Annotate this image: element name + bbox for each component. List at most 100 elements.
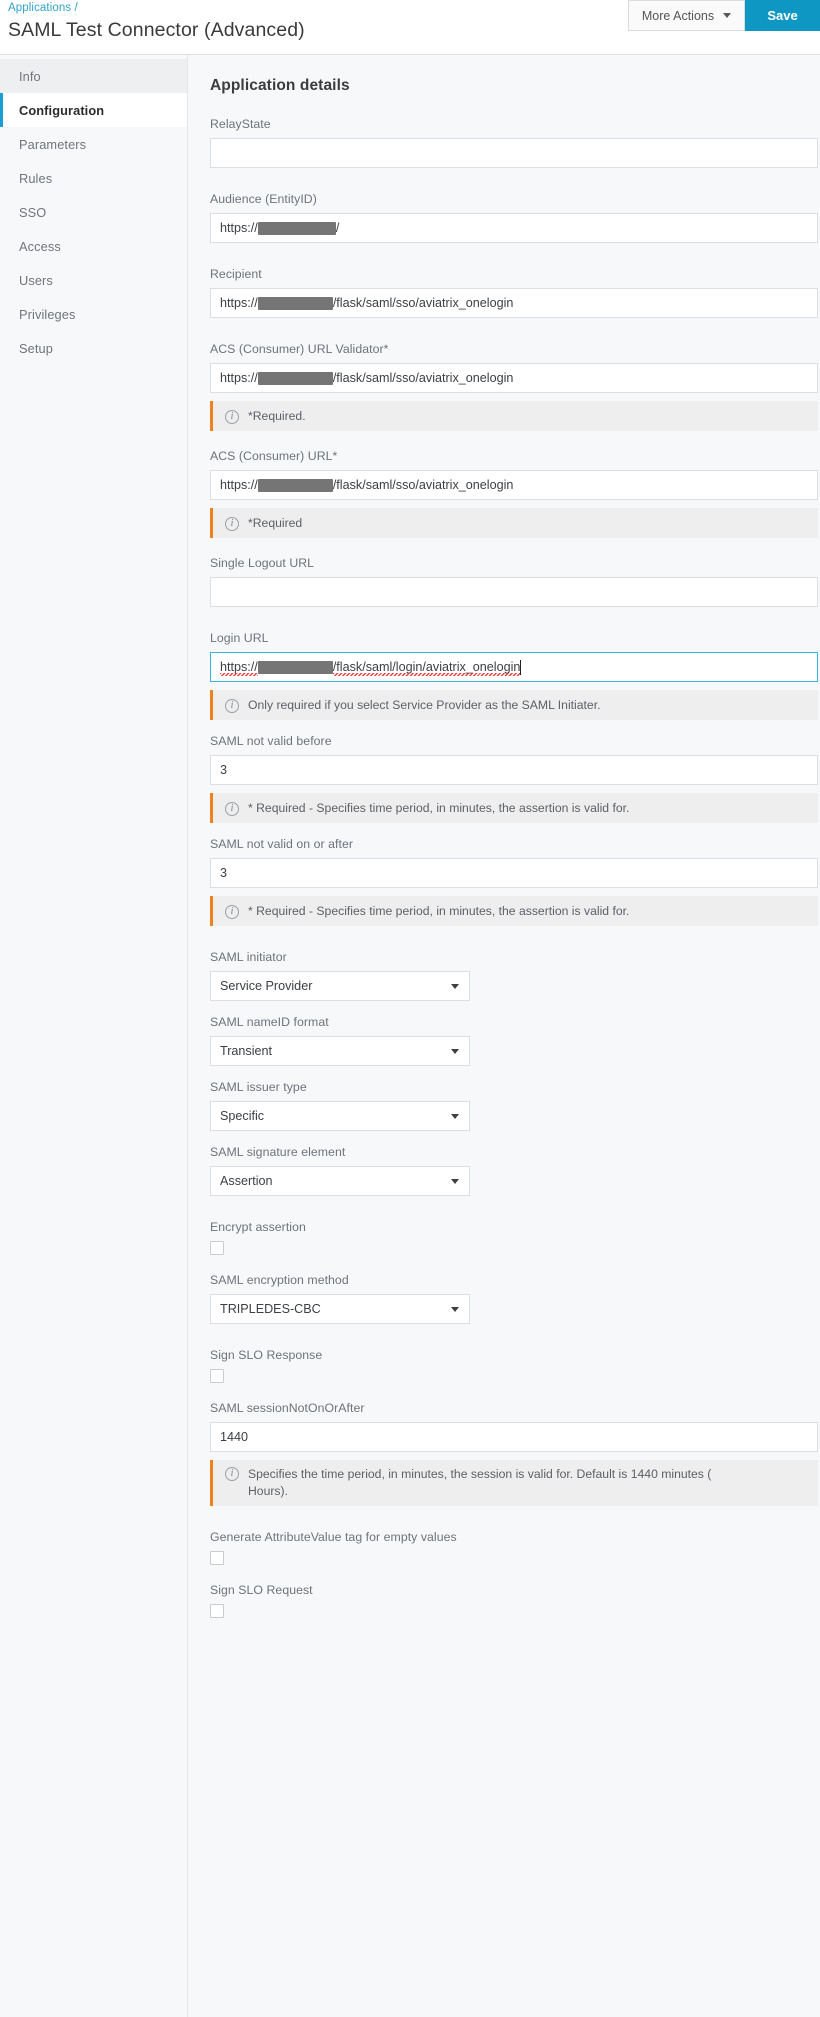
note-text: * Required - Specifies time period, in m… <box>248 800 629 817</box>
note-text: *Required. <box>248 408 306 425</box>
issuer-type-select[interactable]: Specific <box>210 1101 470 1131</box>
field-login-url: Login URL https:// /flask/saml/login/avia… <box>210 631 820 720</box>
field-acs-url: ACS (Consumer) URL* https:// /flask/saml/… <box>210 449 820 538</box>
session-not-on-or-after-note: i Specifies the time period, in minutes,… <box>210 1460 818 1506</box>
login-url-suffix: /flask/saml/login/aviatrix_onelogin <box>333 660 521 674</box>
sidebar-item-info[interactable]: Info <box>0 59 187 93</box>
redaction-block <box>258 297 333 310</box>
login-url-label: Login URL <box>210 631 820 645</box>
info-icon: i <box>225 517 239 531</box>
generate-attributevalue-label: Generate AttributeValue tag for empty va… <box>210 1530 820 1544</box>
saml-initiator-select[interactable]: Service Provider <box>210 971 470 1001</box>
acs-validator-input[interactable]: https:///flask/saml/sso/aviatrix_onelogi… <box>210 363 818 393</box>
note-text: * Required - Specifies time period, in m… <box>248 903 629 920</box>
encrypt-assertion-checkbox[interactable] <box>210 1241 224 1255</box>
relaystate-input[interactable] <box>210 138 818 168</box>
application-details-form: Application details RelayState Audience … <box>188 55 820 2017</box>
chevron-down-icon <box>451 1307 459 1312</box>
sidebar-item-label: Configuration <box>19 103 104 118</box>
single-logout-url-input[interactable] <box>210 577 818 607</box>
info-icon: i <box>225 802 239 816</box>
audience-suffix: / <box>336 221 340 235</box>
sidebar-item-users[interactable]: Users <box>0 263 187 297</box>
field-recipient: Recipient https:// /flask/saml/sso/aviatr… <box>210 267 820 318</box>
sidebar-item-access[interactable]: Access <box>0 229 187 263</box>
issuer-type-label: SAML issuer type <box>210 1080 820 1094</box>
nameid-format-select[interactable]: Transient <box>210 1036 470 1066</box>
nameid-format-value: Transient <box>220 1044 272 1058</box>
signature-element-label: SAML signature element <box>210 1145 820 1159</box>
sidebar-item-label: Users <box>19 273 53 288</box>
acs-validator-label: ACS (Consumer) URL Validator* <box>210 342 820 356</box>
login-url-prefix: https:// <box>220 660 258 674</box>
acs-validator-prefix: https:// <box>220 371 258 385</box>
sidebar-item-label: Parameters <box>19 137 86 152</box>
sign-slo-request-label: Sign SLO Request <box>210 1583 820 1597</box>
session-not-on-or-after-label: SAML sessionNotOnOrAfter <box>210 1401 820 1415</box>
sign-slo-response-checkbox[interactable] <box>210 1369 224 1383</box>
field-issuer-type: SAML issuer type Specific <box>210 1080 820 1131</box>
login-url-input[interactable]: https:// /flask/saml/login/aviatrix_onelo… <box>210 652 818 682</box>
section-title: Application details <box>210 77 820 95</box>
recipient-prefix: https:// <box>220 296 258 310</box>
field-single-logout-url: Single Logout URL <box>210 556 820 607</box>
sidebar-item-setup[interactable]: Setup <box>0 331 187 365</box>
issuer-type-value: Specific <box>220 1109 264 1123</box>
sidebar-item-label: Info <box>19 69 41 84</box>
info-icon: i <box>225 905 239 919</box>
acs-url-suffix: /flask/saml/sso/aviatrix_onelogin <box>333 478 514 492</box>
redaction-block <box>258 661 333 674</box>
field-acs-url-validator: ACS (Consumer) URL Validator* https:///f… <box>210 342 820 431</box>
saml-initiator-value: Service Provider <box>220 979 312 993</box>
chevron-down-icon <box>451 1049 459 1054</box>
sign-slo-request-checkbox[interactable] <box>210 1604 224 1618</box>
sidebar-item-label: Privileges <box>19 307 75 322</box>
signature-element-select[interactable]: Assertion <box>210 1166 470 1196</box>
login-url-note: i Only required if you select Service Pr… <box>210 690 818 720</box>
sidebar-item-label: SSO <box>19 205 46 220</box>
field-relaystate: RelayState <box>210 117 820 168</box>
more-actions-label: More Actions <box>642 9 714 23</box>
not-valid-on-or-after-note: i * Required - Specifies time period, in… <box>210 896 818 926</box>
not-valid-before-label: SAML not valid before <box>210 734 820 748</box>
info-icon: i <box>225 1467 239 1481</box>
info-icon: i <box>225 410 239 424</box>
acs-url-label: ACS (Consumer) URL* <box>210 449 820 463</box>
recipient-input[interactable]: https:// /flask/saml/sso/aviatrix_onelogi… <box>210 288 818 318</box>
sidebar-item-parameters[interactable]: Parameters <box>0 127 187 161</box>
generate-attributevalue-checkbox[interactable] <box>210 1551 224 1565</box>
note-text: Only required if you select Service Prov… <box>248 697 600 714</box>
nameid-format-label: SAML nameID format <box>210 1015 820 1029</box>
sidebar-item-privileges[interactable]: Privileges <box>0 297 187 331</box>
top-bar: Applications / SAML Test Connector (Adva… <box>0 0 820 55</box>
field-saml-not-valid-on-or-after: SAML not valid on or after 3 i * Require… <box>210 837 820 926</box>
recipient-suffix: /flask/saml/sso/aviatrix_onelogin <box>333 296 514 310</box>
field-sign-slo-response: Sign SLO Response <box>210 1348 820 1383</box>
text-cursor <box>520 660 521 675</box>
sidebar-item-rules[interactable]: Rules <box>0 161 187 195</box>
not-valid-on-or-after-input[interactable]: 3 <box>210 858 818 888</box>
note-text-line2: Hours). <box>248 1484 288 1498</box>
recipient-label: Recipient <box>210 267 820 281</box>
sidebar-item-label: Setup <box>19 341 53 356</box>
redaction-block <box>258 479 333 492</box>
save-button[interactable]: Save <box>745 0 820 31</box>
field-saml-not-valid-before: SAML not valid before 3 i * Required - S… <box>210 734 820 823</box>
relaystate-label: RelayState <box>210 117 820 131</box>
sidebar-item-sso[interactable]: SSO <box>0 195 187 229</box>
sign-slo-response-label: Sign SLO Response <box>210 1348 820 1362</box>
note-text: Specifies the time period, in minutes, t… <box>248 1466 711 1500</box>
more-actions-button[interactable]: More Actions <box>628 0 745 31</box>
sidebar-item-configuration[interactable]: Configuration <box>0 93 187 127</box>
chevron-down-icon <box>451 1114 459 1119</box>
not-valid-before-input[interactable]: 3 <box>210 755 818 785</box>
audience-input[interactable]: https:/// <box>210 213 818 243</box>
acs-url-prefix: https:// <box>220 478 258 492</box>
info-icon: i <box>225 699 239 713</box>
session-not-on-or-after-input[interactable]: 1440 <box>210 1422 818 1452</box>
acs-url-input[interactable]: https:// /flask/saml/sso/aviatrix_onelogi… <box>210 470 818 500</box>
sidebar-item-label: Rules <box>19 171 52 186</box>
field-generate-attributevalue: Generate AttributeValue tag for empty va… <box>210 1530 820 1565</box>
encryption-method-select[interactable]: TRIPLEDES-CBC <box>210 1294 470 1324</box>
page-layout: Info Configuration Parameters Rules SSO … <box>0 55 820 2017</box>
